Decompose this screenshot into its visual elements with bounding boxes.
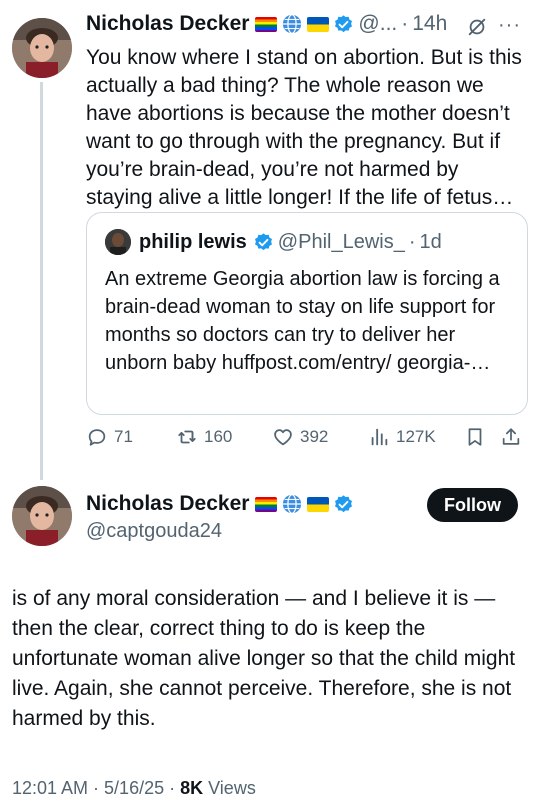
quoted-tweet[interactable]: philip lewis @Phil_Lewis_ · 1d An extrem…	[86, 212, 528, 415]
verified-badge-icon	[254, 232, 272, 250]
retweet-count: 160	[204, 427, 233, 446]
tweet-header: Nicholas Decker	[86, 492, 358, 516]
follow-button[interactable]: Follow	[427, 488, 518, 522]
separator-dot: ·	[408, 230, 416, 253]
mute-icon[interactable]	[466, 16, 488, 38]
reply-button[interactable]: 71	[86, 426, 133, 448]
separator-dot: ·	[401, 12, 409, 35]
view-count: 127K	[396, 427, 436, 446]
quoted-tweet-time: 1d	[419, 230, 442, 253]
author-handle[interactable]: @...	[358, 12, 397, 36]
author-name[interactable]: Nicholas Decker	[86, 12, 249, 36]
bookmark-button[interactable]	[464, 426, 486, 448]
avatar[interactable]	[12, 486, 72, 546]
tweet-views-label: Views	[203, 778, 256, 798]
retweet-button[interactable]: 160	[176, 426, 232, 448]
analytics-icon	[371, 428, 388, 446]
verified-badge-icon	[335, 494, 353, 512]
tweet-text: is of any moral consideration — and I be…	[12, 587, 516, 730]
quoted-tweet-header: philip lewis @Phil_Lewis_ · 1d	[105, 229, 442, 255]
reply-icon	[88, 429, 106, 446]
like-count: 392	[300, 427, 329, 446]
ukraine-flag-icon	[307, 496, 330, 512]
author-handle[interactable]: @captgouda24	[86, 520, 222, 543]
bookmark-icon	[468, 428, 482, 446]
views-button[interactable]: 127K	[368, 426, 436, 448]
tweet-time[interactable]: 14h	[412, 12, 447, 36]
avatar[interactable]	[12, 18, 72, 78]
share-button[interactable]	[500, 426, 522, 448]
tweet-text: You know where I stand on abortion. But …	[86, 46, 522, 209]
quoted-avatar	[105, 229, 131, 255]
globe-icon	[283, 494, 302, 514]
retweet-icon	[178, 430, 196, 444]
tweet-views-count: 8K	[180, 778, 204, 798]
tweet-timestamp[interactable]: 12:01 AM · 5/16/25 ·	[12, 778, 180, 798]
heart-icon	[274, 429, 292, 446]
quoted-author-handle: @Phil_Lewis_	[277, 230, 405, 253]
rainbow-flag-icon	[255, 16, 278, 32]
like-button[interactable]: 392	[272, 426, 328, 448]
tweet-header: Nicholas Decker @... · 14h	[86, 12, 447, 36]
ukraine-flag-icon	[307, 16, 330, 32]
tweet-action-bar: 71 160 392 127K	[86, 426, 526, 454]
quoted-author-name: philip lewis	[139, 230, 247, 253]
globe-icon	[283, 14, 302, 34]
author-name[interactable]: Nicholas Decker	[86, 492, 249, 516]
reply-count: 71	[114, 427, 133, 446]
thread-connector-line	[40, 82, 43, 480]
tweet-metadata: 12:01 AM · 5/16/25 · 8K Views	[12, 778, 256, 799]
verified-badge-icon	[335, 14, 353, 32]
quoted-tweet-text: An extreme Georgia abortion law is forci…	[105, 268, 500, 374]
more-icon[interactable]: ···	[498, 14, 521, 37]
rainbow-flag-icon	[255, 496, 278, 512]
share-icon	[502, 428, 520, 445]
